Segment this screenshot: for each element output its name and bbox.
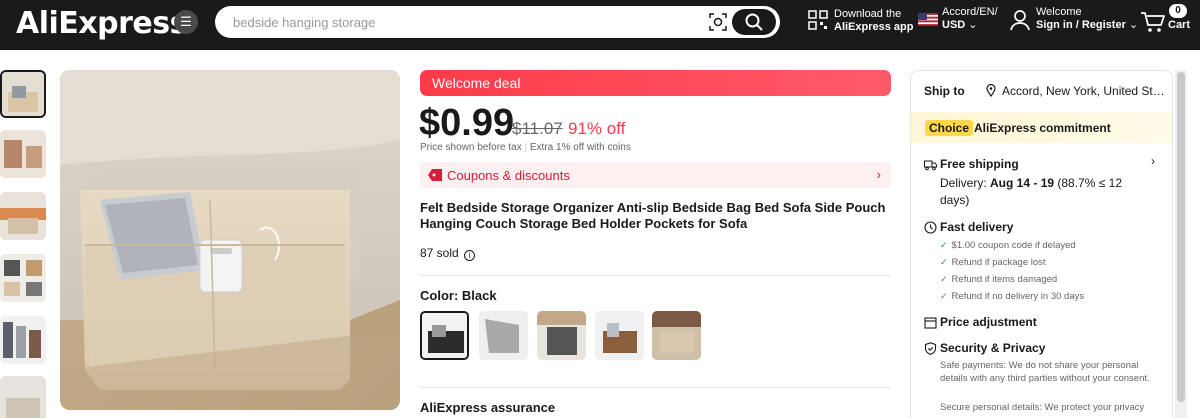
divider [420,275,891,276]
thumbnail-6[interactable] [0,376,46,418]
hamburger-icon: ☰ [180,14,192,29]
product-title: Felt Bedside Storage Organizer Anti-slip… [420,200,886,231]
cart-count-badge: 0 [1169,4,1187,18]
price-adjustment-label: Price adjustment [940,315,1037,329]
sold-count: 87 sold i [420,246,476,261]
image-search-icon[interactable] [709,13,727,31]
safe-payments-text: Safe payments: We do not share your pers… [940,360,1150,384]
chevron-down-icon: ⌄ [965,19,978,31]
chevron-right-icon[interactable]: › [1151,154,1155,168]
download-app-link[interactable]: Download the AliExpress app [834,8,913,34]
cart-icon[interactable] [1140,11,1166,33]
color-swatch-brown[interactable] [595,311,644,360]
thumbnail-1[interactable] [0,70,46,118]
search-button[interactable] [732,9,776,35]
price-tag-icon [924,317,937,329]
current-price: $0.99 [419,102,515,144]
secure-details-text: Secure personal details: We protect your… [940,402,1145,413]
free-shipping-label[interactable]: Free shipping [940,157,1019,171]
thumbnail-4[interactable] [0,254,46,302]
ship-to-location[interactable]: Accord, New York, United States [1002,84,1167,98]
thumbnail-5[interactable] [0,316,46,364]
original-price: $11.07 [512,119,563,138]
scrollbar-thumb[interactable] [1177,72,1185,402]
price-note: Price shown before tax | Extra 1% off wi… [420,142,631,153]
check-icon: ✓ [940,274,948,284]
main-product-image[interactable] [60,70,400,410]
top-header: AliExpress ☰ Download the AliExpress app [0,0,1200,50]
color-swatch-black[interactable] [420,311,469,360]
account-menu[interactable]: Welcome Sign in / Register ⌄ [1036,6,1138,32]
check-icon: ✓ [940,257,948,267]
coupons-label: Coupons & discounts [447,168,570,183]
check-icon: ✓ [940,240,948,250]
shield-icon [924,342,937,355]
us-flag-icon [918,13,938,26]
qr-code-icon[interactable] [808,10,828,30]
search-bar [215,6,780,38]
info-icon[interactable]: i [464,250,476,261]
color-swatch-dark-gray[interactable] [537,311,586,360]
thumbnail-2[interactable] [0,130,46,178]
coupons-discounts-row[interactable]: Coupons & discounts › [420,162,891,188]
delivery-estimate: Delivery: Aug 14 - 19 (88.7% ≤ 12 days) [940,176,1123,207]
chevron-right-icon: › [876,167,881,182]
user-icon[interactable] [1009,9,1031,31]
cart-label[interactable]: Cart [1168,19,1190,31]
chevron-down-icon: ⌄ [1125,19,1139,31]
panel-scrollbar[interactable] [1175,70,1187,418]
commitment-label: AliExpress commitment [974,121,1111,135]
language-currency-selector[interactable]: Accord/EN/ USD ⌄ [942,6,998,32]
aliexpress-logo[interactable]: AliExpress [16,6,187,41]
thumbnail-3[interactable] [0,192,46,240]
fast-delivery-item: ✓ Refund if package lost [940,257,1046,268]
search-input[interactable] [233,6,703,38]
discount-percent: 91% off [568,119,626,138]
color-swatch-gray[interactable] [479,311,528,360]
choice-badge: Choice [925,120,974,136]
security-privacy-label: Security & Privacy [940,341,1046,355]
categories-menu-button[interactable]: ☰ [174,10,198,34]
check-icon: ✓ [940,291,948,301]
location-pin-icon [986,84,996,97]
fast-delivery-item: ✓ Refund if no delivery in 30 days [940,291,1085,302]
fast-delivery-label: Fast delivery [940,220,1014,234]
search-icon [745,13,763,31]
fast-delivery-item: ✓ Refund if items damaged [940,274,1058,285]
ship-to-label: Ship to [924,84,965,98]
welcome-deal-banner: Welcome deal [420,70,891,96]
choice-commitment-bar: Choice AliExpress commitment [911,112,1172,143]
assurance-heading: AliExpress assurance [420,400,556,415]
tag-icon [428,169,442,181]
clock-icon [924,221,937,234]
divider [420,387,891,388]
shipping-panel: Ship to Accord, New York, United States … [910,70,1173,418]
color-selection-label: Color: Black [420,288,497,303]
color-swatch-beige[interactable] [652,311,701,360]
truck-icon [924,160,937,171]
fast-delivery-item: ✓ $1.00 coupon code if delayed [940,240,1076,251]
